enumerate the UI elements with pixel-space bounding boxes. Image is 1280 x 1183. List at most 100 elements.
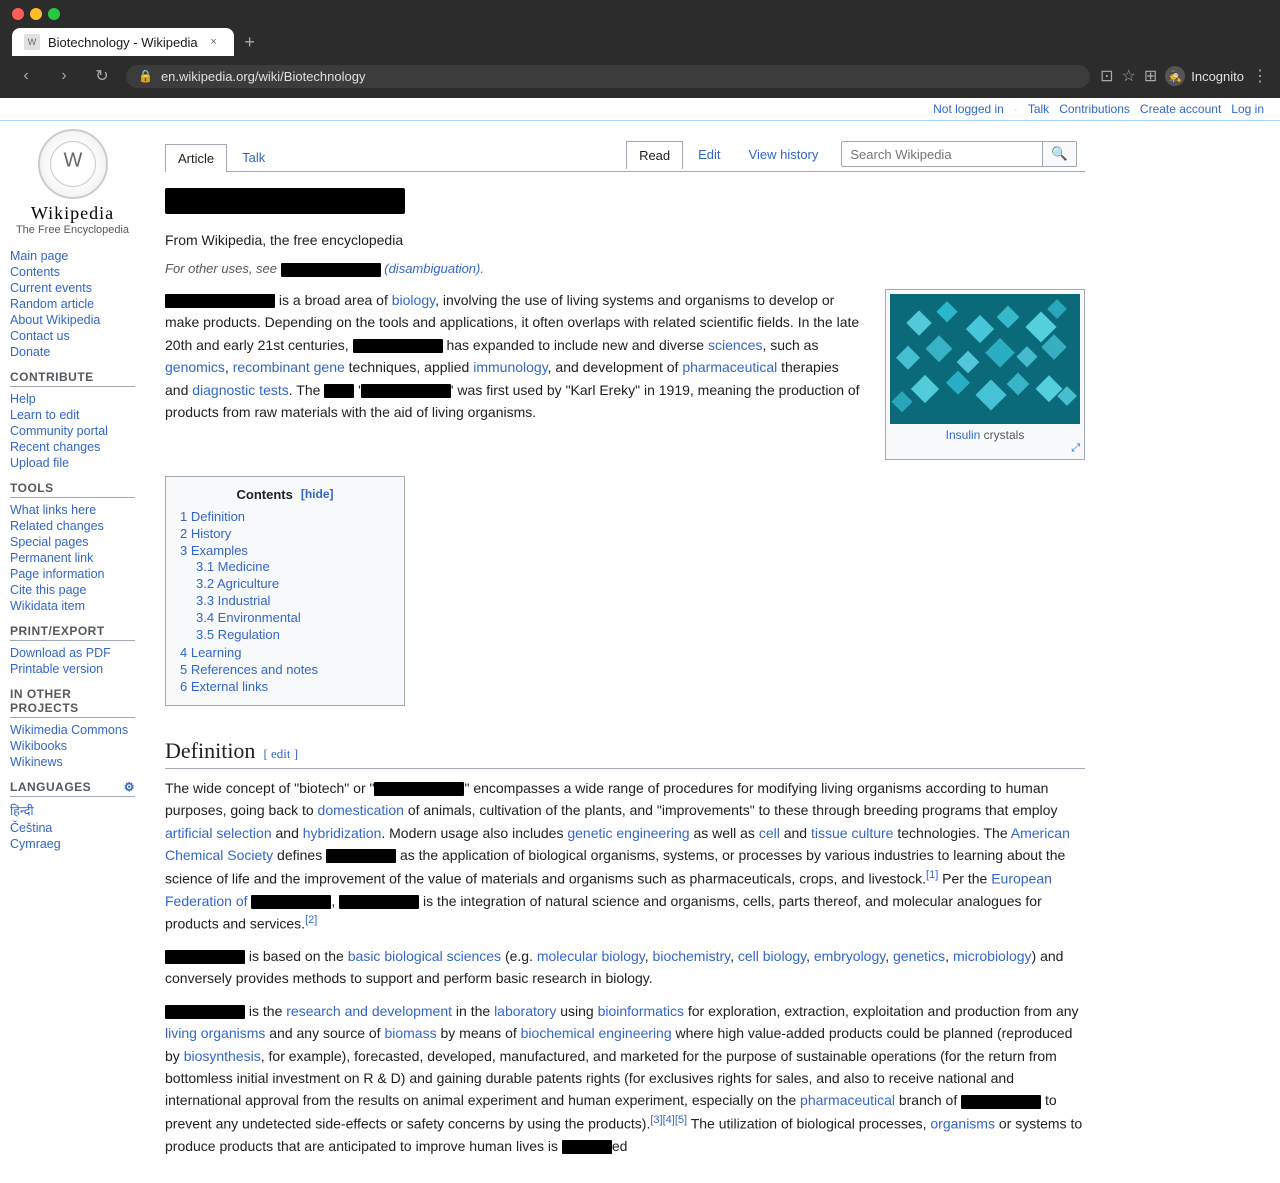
tab-close-button[interactable]: ×: [206, 34, 222, 50]
sidebar-item-what-links-here[interactable]: What links here: [10, 502, 135, 518]
sidebar-item-download-pdf[interactable]: Download as PDF: [10, 645, 135, 661]
sidebar-item-current-events[interactable]: Current events: [10, 280, 135, 296]
biochemical-engineering-link[interactable]: biochemical engineering: [521, 1025, 672, 1041]
reload-button[interactable]: ↻: [88, 62, 116, 90]
sidebar-item-wikinews[interactable]: Wikinews: [10, 754, 135, 770]
pharmaceutical-link[interactable]: pharmaceutical: [682, 359, 777, 375]
sidebar-item-cymraeg[interactable]: Cymraeg: [10, 836, 135, 852]
bioinformatics-link[interactable]: bioinformatics: [598, 1003, 684, 1019]
contents-toggle[interactable]: [hide]: [301, 487, 334, 501]
diagnostic-tests-link[interactable]: diagnostic tests: [192, 382, 289, 398]
biochemistry-link[interactable]: biochemistry: [653, 948, 731, 964]
cast-icon[interactable]: ⊡: [1100, 66, 1113, 86]
tab-talk[interactable]: Talk: [229, 143, 278, 171]
contents-link-learning[interactable]: 4 Learning: [180, 645, 241, 660]
tissue-culture-link[interactable]: tissue culture: [811, 825, 893, 841]
image-fullscreen-icon[interactable]: ⤢: [890, 442, 1080, 455]
microbiology-link[interactable]: microbiology: [953, 948, 1032, 964]
contents-link-agriculture[interactable]: 3.2 Agriculture: [196, 576, 279, 591]
active-tab[interactable]: W Biotechnology - Wikipedia ×: [12, 28, 234, 56]
create-account-link[interactable]: Create account: [1140, 102, 1221, 116]
sidebar-item-contents[interactable]: Contents: [10, 264, 135, 280]
domestication-link[interactable]: domestication: [318, 802, 404, 818]
sidebar-item-wikimedia-commons[interactable]: Wikimedia Commons: [10, 722, 135, 738]
sidebar-item-upload-file[interactable]: Upload file: [10, 455, 135, 471]
extensions-icon[interactable]: ⊞: [1144, 66, 1157, 86]
tab-view-history[interactable]: View history: [736, 140, 832, 168]
sidebar-item-recent-changes[interactable]: Recent changes: [10, 439, 135, 455]
close-traffic-light[interactable]: [12, 8, 24, 20]
sidebar-item-donate[interactable]: Donate: [10, 344, 135, 360]
ref-3[interactable]: [3][4][5]: [650, 1114, 687, 1126]
biomass-link[interactable]: biomass: [384, 1025, 436, 1041]
contents-link-industrial[interactable]: 3.3 Industrial: [196, 593, 270, 608]
living-organisms-link[interactable]: living organisms: [165, 1025, 265, 1041]
insulin-link[interactable]: Insulin: [946, 428, 981, 442]
disambiguation-link[interactable]: (disambiguation).: [384, 261, 484, 276]
pharmaceutical-link2[interactable]: pharmaceutical: [800, 1092, 895, 1108]
bookmark-icon[interactable]: ☆: [1121, 66, 1135, 86]
cell-biology-link[interactable]: cell biology: [738, 948, 806, 964]
ref-1[interactable]: [1]: [926, 869, 938, 881]
molecular-biology-link[interactable]: molecular biology: [537, 948, 645, 964]
immunology-link[interactable]: immunology: [473, 359, 547, 375]
hybridization-link[interactable]: hybridization: [303, 825, 382, 841]
sidebar-item-contact-us[interactable]: Contact us: [10, 328, 135, 344]
sidebar-item-cite-this-page[interactable]: Cite this page: [10, 582, 135, 598]
tab-edit[interactable]: Edit: [685, 140, 733, 168]
cell-link[interactable]: cell: [759, 825, 780, 841]
sidebar-item-page-information[interactable]: Page information: [10, 566, 135, 582]
artificial-selection-link[interactable]: artificial selection: [165, 825, 272, 841]
tab-article[interactable]: Article: [165, 144, 227, 172]
forward-button[interactable]: ›: [50, 62, 78, 90]
contents-link-definition[interactable]: 1 Definition: [180, 509, 245, 524]
contents-link-examples[interactable]: 3 Examples: [180, 543, 248, 558]
recombinant-gene-link[interactable]: recombinant gene: [233, 359, 345, 375]
contents-link-history[interactable]: 2 History: [180, 526, 231, 541]
sidebar-item-hindi[interactable]: हिन्दी: [10, 801, 135, 820]
menu-icon[interactable]: ⋮: [1252, 66, 1268, 86]
contents-link-regulation[interactable]: 3.5 Regulation: [196, 627, 280, 642]
new-tab-button[interactable]: +: [236, 28, 264, 56]
genetics-link[interactable]: genetics: [893, 948, 945, 964]
contents-link-external-links[interactable]: 6 External links: [180, 679, 268, 694]
contents-link-references[interactable]: 5 References and notes: [180, 662, 318, 677]
talk-link[interactable]: Talk: [1028, 102, 1049, 116]
laboratory-link[interactable]: laboratory: [494, 1003, 556, 1019]
edit-label[interactable]: edit: [271, 746, 291, 761]
contents-link-medicine[interactable]: 3.1 Medicine: [196, 559, 270, 574]
basic-bio-sciences-link[interactable]: basic biological sciences: [348, 948, 501, 964]
sidebar-item-about-wikipedia[interactable]: About Wikipedia: [10, 312, 135, 328]
tab-read[interactable]: Read: [626, 141, 683, 169]
address-bar[interactable]: 🔒 en.wikipedia.org/wiki/Biotechnology: [126, 65, 1090, 88]
genomics-link[interactable]: genomics: [165, 359, 225, 375]
minimize-traffic-light[interactable]: [30, 8, 42, 20]
biology-link[interactable]: biology: [392, 292, 435, 308]
contents-link-environmental[interactable]: 3.4 Environmental: [196, 610, 301, 625]
sciences-link[interactable]: sciences: [708, 337, 762, 353]
sidebar-item-permanent-link[interactable]: Permanent link: [10, 550, 135, 566]
log-in-link[interactable]: Log in: [1231, 102, 1264, 116]
sidebar-item-printable-version[interactable]: Printable version: [10, 661, 135, 677]
sidebar-item-related-changes[interactable]: Related changes: [10, 518, 135, 534]
r-and-d-link[interactable]: research and development: [286, 1003, 452, 1019]
sidebar-item-special-pages[interactable]: Special pages: [10, 534, 135, 550]
sidebar-item-help[interactable]: Help: [10, 391, 135, 407]
sidebar-item-learn-to-edit[interactable]: Learn to edit: [10, 407, 135, 423]
language-settings-icon[interactable]: ⚙: [124, 780, 135, 794]
sidebar-item-main-page[interactable]: Main page: [10, 248, 135, 264]
sidebar-item-community-portal[interactable]: Community portal: [10, 423, 135, 439]
section-edit-definition[interactable]: [ edit ]: [263, 746, 298, 762]
fullscreen-traffic-light[interactable]: [48, 8, 60, 20]
sidebar-item-cestina[interactable]: Čeština: [10, 820, 135, 836]
search-input[interactable]: [842, 142, 1042, 166]
search-button[interactable]: 🔍: [1042, 142, 1076, 166]
organisms-link[interactable]: organisms: [930, 1115, 995, 1131]
contributions-link[interactable]: Contributions: [1059, 102, 1130, 116]
sidebar-item-wikidata-item[interactable]: Wikidata item: [10, 598, 135, 614]
sidebar-item-random-article[interactable]: Random article: [10, 296, 135, 312]
embryology-link[interactable]: embryology: [814, 948, 885, 964]
biosynthesis-link[interactable]: biosynthesis: [184, 1048, 261, 1064]
back-button[interactable]: ‹: [12, 62, 40, 90]
sidebar-item-wikibooks[interactable]: Wikibooks: [10, 738, 135, 754]
